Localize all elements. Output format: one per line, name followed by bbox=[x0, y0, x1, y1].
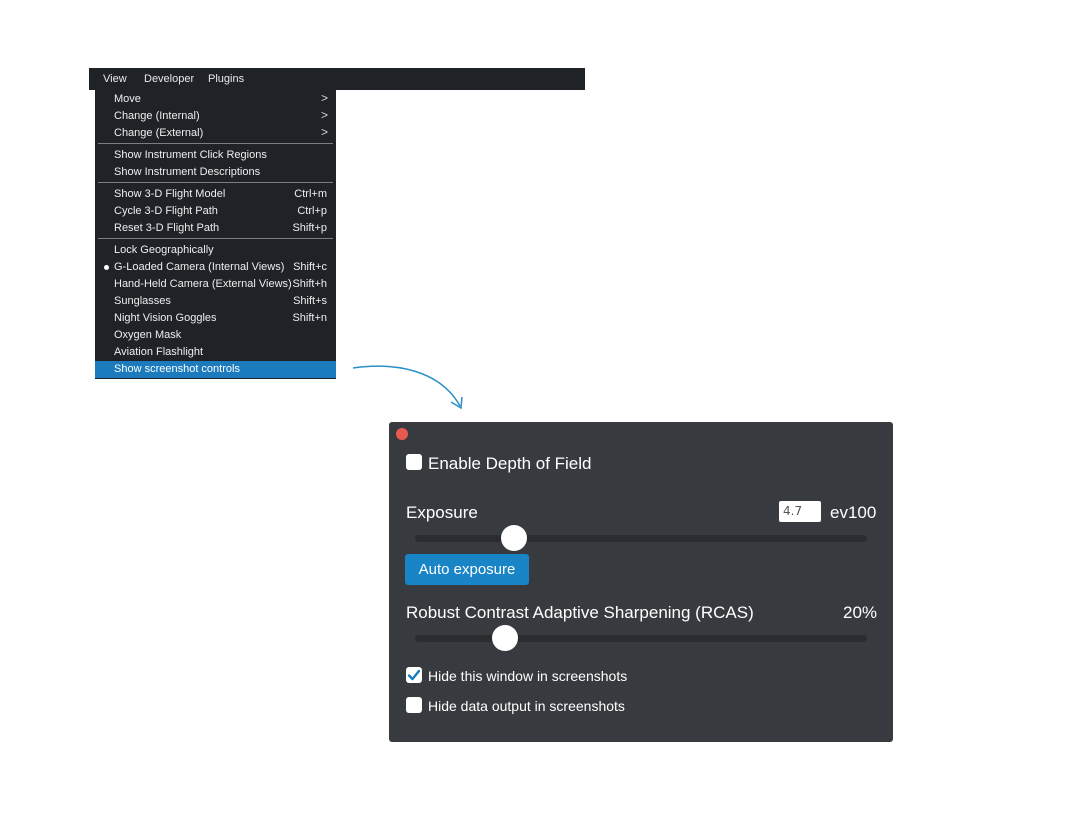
menu-item-shortcut: Ctrl+p bbox=[297, 205, 327, 217]
menu-item-label: Show screenshot controls bbox=[114, 363, 240, 375]
menu-item-label: Sunglasses bbox=[114, 295, 171, 307]
screenshot-controls-panel: Enable Depth of Field Exposure 4.7 ev100… bbox=[389, 422, 893, 742]
menubar-view[interactable]: View bbox=[97, 68, 133, 90]
rcas-label: Robust Contrast Adaptive Sharpening (RCA… bbox=[406, 603, 754, 622]
menu-item-label: Show Instrument Descriptions bbox=[114, 166, 261, 178]
depth-of-field-checkbox[interactable] bbox=[406, 454, 422, 470]
menu-item-show-3d-flight-model[interactable]: Show 3-D Flight Model Ctrl+m bbox=[95, 186, 336, 203]
menu-item-shortcut: Shift+p bbox=[292, 222, 327, 234]
menu-item-change-external[interactable]: Change (External) > bbox=[95, 125, 336, 142]
menu-item-label: Change (External) bbox=[114, 127, 204, 139]
exposure-label: Exposure bbox=[406, 503, 478, 522]
menu-item-cycle-3d-flight-path[interactable]: Cycle 3-D Flight Path Ctrl+p bbox=[95, 203, 336, 220]
hide-window-label: Hide this window in screenshots bbox=[428, 668, 628, 684]
check-icon bbox=[407, 669, 421, 681]
menu-item-reset-3d-flight-path[interactable]: Reset 3-D Flight Path Shift+p bbox=[95, 220, 336, 237]
menu-item-label: Aviation Flashlight bbox=[114, 346, 204, 358]
menu-item-show-instrument-click-regions[interactable]: Show Instrument Click Regions bbox=[95, 147, 336, 164]
menu-item-show-screenshot-controls[interactable]: Show screenshot controls bbox=[95, 361, 336, 378]
menu-separator bbox=[98, 182, 333, 183]
menu-item-shortcut: Shift+n bbox=[292, 312, 327, 324]
menu-item-change-internal[interactable]: Change (Internal) > bbox=[95, 108, 336, 125]
hide-data-checkbox[interactable] bbox=[406, 697, 422, 713]
rcas-slider-thumb[interactable] bbox=[492, 625, 519, 651]
hide-window-checkbox[interactable] bbox=[406, 667, 422, 683]
menu-item-aviation-flashlight[interactable]: Aviation Flashlight bbox=[95, 344, 336, 361]
menu-item-shortcut: Ctrl+m bbox=[294, 188, 327, 200]
menu-item-label: Night Vision Goggles bbox=[114, 312, 217, 324]
exposure-slider-track[interactable] bbox=[415, 535, 867, 542]
menu-separator bbox=[98, 143, 333, 144]
menu-item-show-instrument-descriptions[interactable]: Show Instrument Descriptions bbox=[95, 164, 336, 181]
chevron-right-icon: > bbox=[320, 125, 328, 139]
rcas-slider-track[interactable] bbox=[415, 635, 867, 642]
menu-item-sunglasses[interactable]: Sunglasses Shift+s bbox=[95, 293, 336, 310]
exposure-value-input[interactable]: 4.7 bbox=[779, 501, 821, 522]
menu-item-label: Hand-Held Camera (External Views) bbox=[114, 278, 292, 290]
menu-item-label: Show 3-D Flight Model bbox=[114, 188, 226, 200]
menu-item-label: Reset 3-D Flight Path bbox=[114, 222, 220, 234]
auto-exposure-button[interactable]: Auto exposure bbox=[405, 554, 529, 585]
menu-item-shortcut: Shift+s bbox=[293, 295, 327, 307]
menu-item-label: Change (Internal) bbox=[114, 110, 200, 122]
radio-selected-icon bbox=[104, 265, 109, 270]
menu-item-night-vision-goggles[interactable]: Night Vision Goggles Shift+n bbox=[95, 310, 336, 327]
close-window-button[interactable] bbox=[396, 428, 408, 440]
menu-item-lock-geographically[interactable]: Lock Geographically bbox=[95, 242, 336, 259]
menu-item-move[interactable]: Move > bbox=[95, 91, 336, 108]
menu-item-label: Oxygen Mask bbox=[114, 329, 182, 341]
menu-item-shortcut: Shift+c bbox=[293, 261, 327, 273]
menu-item-label: Show Instrument Click Regions bbox=[114, 149, 267, 161]
menu-item-oxygen-mask[interactable]: Oxygen Mask bbox=[95, 327, 336, 344]
exposure-unit: ev100 bbox=[830, 503, 877, 522]
menu-item-label: Cycle 3-D Flight Path bbox=[114, 205, 218, 217]
chevron-right-icon: > bbox=[320, 91, 328, 105]
menubar-plugins[interactable]: Plugins bbox=[202, 68, 250, 90]
menu-bar: View Developer Plugins bbox=[89, 68, 585, 90]
rcas-value: 20% bbox=[843, 603, 878, 622]
menu-item-label: G-Loaded Camera (Internal Views) bbox=[114, 261, 285, 273]
menu-item-shortcut: Shift+h bbox=[292, 278, 327, 290]
hide-data-label: Hide data output in screenshots bbox=[428, 698, 625, 714]
menu-item-label: Lock Geographically bbox=[114, 244, 214, 256]
menu-item-label: Move bbox=[114, 93, 141, 105]
exposure-slider-thumb[interactable] bbox=[501, 525, 528, 551]
menu-separator bbox=[98, 238, 333, 239]
depth-of-field-label: Enable Depth of Field bbox=[428, 454, 592, 473]
curved-arrow-icon bbox=[352, 365, 463, 410]
view-menu-dropdown: Move > Change (Internal) > Change (Exter… bbox=[95, 90, 336, 379]
menu-item-g-loaded-camera[interactable]: G-Loaded Camera (Internal Views) Shift+c bbox=[95, 259, 336, 276]
menubar-developer[interactable]: Developer bbox=[138, 68, 200, 90]
chevron-right-icon: > bbox=[320, 108, 328, 122]
menu-item-hand-held-camera[interactable]: Hand-Held Camera (External Views) Shift+… bbox=[95, 276, 336, 293]
